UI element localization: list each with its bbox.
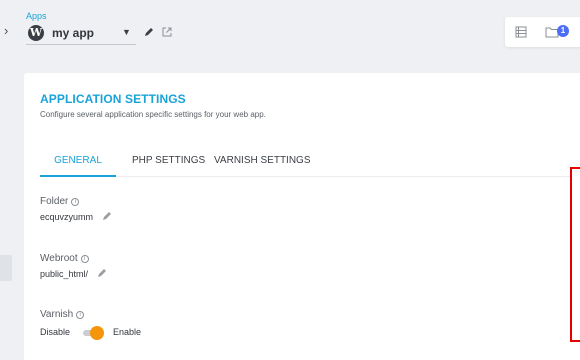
application-settings-panel: APPLICATION SETTINGS Configure several a… <box>24 73 580 360</box>
list-icon[interactable] <box>515 26 527 38</box>
settings-tabs: GENERAL PHP SETTINGS VARNISH SETTINGS <box>40 153 570 177</box>
folder-value: ecquvzyumm <box>40 212 94 222</box>
webroot-label-row: Webroot i <box>40 253 89 264</box>
highlight-box <box>570 167 580 342</box>
page-subtitle: Configure several application specific s… <box>40 110 266 119</box>
wordpress-icon: W <box>28 25 44 41</box>
edit-folder-pencil-icon[interactable] <box>102 211 112 221</box>
folder-label: Folder <box>40 196 69 207</box>
toolbar-box: 1 <box>505 17 580 47</box>
varnish-label-row: Varnish i <box>40 309 85 320</box>
tab-general[interactable]: GENERAL <box>40 155 116 177</box>
notification-badge: 1 <box>557 25 569 37</box>
folder-value-row: ecquvzyumm <box>40 211 112 222</box>
apps-label: Apps <box>26 11 47 21</box>
info-icon[interactable]: i <box>76 311 85 319</box>
side-panel-edge <box>0 255 12 281</box>
folder-label-row: Folder i <box>40 196 80 207</box>
caret-down-icon: ▼ <box>122 27 131 37</box>
webroot-value-row: public_html/ <box>40 268 107 279</box>
info-icon[interactable]: i <box>80 255 89 263</box>
tab-php-settings[interactable]: PHP SETTINGS <box>132 155 205 177</box>
external-link-icon[interactable] <box>161 26 173 38</box>
info-icon[interactable]: i <box>71 198 80 206</box>
page-title: APPLICATION SETTINGS <box>40 92 186 106</box>
varnish-toggle-knob[interactable] <box>90 326 104 340</box>
app-selector[interactable]: W my app ▼ <box>26 23 136 45</box>
webroot-label: Webroot <box>40 253 78 264</box>
toggle-off-label: Disable <box>40 327 71 337</box>
varnish-label: Varnish <box>40 309 74 320</box>
edit-webroot-pencil-icon[interactable] <box>97 268 107 278</box>
tab-varnish-settings[interactable]: VARNISH SETTINGS <box>214 155 311 177</box>
pencil-icon[interactable] <box>143 26 155 38</box>
webroot-value: public_html/ <box>40 269 89 279</box>
top-bar: › Apps W my app ▼ 1 <box>0 0 580 62</box>
toggle-on-label: Enable <box>113 327 142 337</box>
app-name: my app <box>52 26 95 40</box>
chevron-right-icon[interactable]: › <box>4 24 16 38</box>
